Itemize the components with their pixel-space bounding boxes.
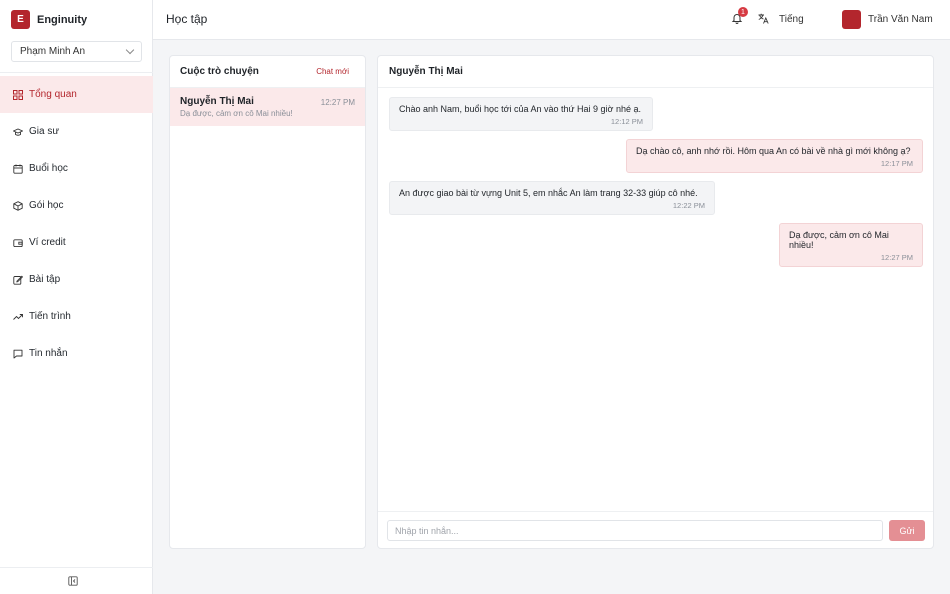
- chat-title: Nguyễn Thị Mai: [378, 56, 933, 88]
- sidebar-item-label: Ví credit: [29, 237, 66, 248]
- message-input[interactable]: [387, 520, 883, 541]
- sidebar-item-overview[interactable]: Tổng quan: [0, 76, 153, 113]
- sidebar-item-sessions[interactable]: Buổi học: [0, 150, 153, 187]
- message-incoming: Chào anh Nam, buổi học tới của An vào th…: [389, 97, 653, 131]
- sidebar-footer-divider: [0, 567, 153, 568]
- message-outgoing: Dạ chào cô, anh nhớ rồi. Hôm qua An có b…: [626, 139, 923, 173]
- edit-icon: [13, 275, 23, 285]
- calendar-icon: [13, 164, 23, 174]
- conversation-time: 12:27 PM: [320, 98, 355, 107]
- student-select[interactable]: Phạm Minh An: [11, 41, 142, 62]
- message-time: 12:27 PM: [880, 253, 913, 262]
- message-composer: Gửi: [378, 511, 933, 548]
- message-text: Chào anh Nam, buổi học tới của An vào th…: [399, 104, 641, 114]
- sidebar-item-label: Tiến trình: [29, 311, 71, 322]
- sidebar: E Enginuity Phạm Minh An Tổng quan Gia s…: [0, 0, 153, 594]
- sidebar-collapse-icon[interactable]: [68, 576, 78, 586]
- sidebar-item-homework[interactable]: Bài tập: [0, 261, 153, 298]
- message-time: 12:17 PM: [880, 159, 913, 168]
- chat-panel: Nguyễn Thị Mai Chào anh Nam, buổi học tớ…: [377, 55, 934, 549]
- grid-icon: [13, 89, 23, 100]
- conversations-title: Cuộc trò chuyện: [180, 66, 259, 77]
- header-user-name[interactable]: Trần Văn Nam: [868, 14, 933, 25]
- sidebar-item-label: Tổng quan: [29, 89, 77, 100]
- message-text: An được giao bài từ vựng Unit 5, em nhắc…: [399, 188, 698, 198]
- sidebar-item-tutors[interactable]: Gia sư: [0, 113, 153, 150]
- new-chat-button[interactable]: Chat mới: [316, 67, 355, 76]
- page-title: Học tập: [166, 12, 208, 26]
- message-time: 12:22 PM: [672, 201, 705, 210]
- sidebar-item-label: Bài tập: [29, 274, 61, 285]
- sidebar-item-progress[interactable]: Tiến trình: [0, 298, 153, 335]
- brand[interactable]: E Enginuity: [11, 10, 87, 29]
- student-select-value: Phạm Minh An: [20, 46, 86, 57]
- trending-up-icon: [13, 312, 23, 322]
- sidebar-item-packages[interactable]: Gói học: [0, 187, 153, 224]
- message-text: Dạ được, cảm ơn cô Mai nhiều!: [789, 230, 889, 250]
- message-icon: [13, 349, 23, 359]
- brand-logo: E: [11, 10, 30, 29]
- sidebar-item-label: Gia sư: [29, 126, 60, 137]
- sidebar-nav: Tổng quan Gia sư Buổi học Gói học Ví cre…: [0, 76, 153, 372]
- message-outgoing: Dạ được, cảm ơn cô Mai nhiều! 12:27 PM: [779, 223, 923, 267]
- notification-badge: 1: [738, 7, 748, 17]
- sidebar-divider: [0, 72, 153, 73]
- avatar[interactable]: [842, 10, 861, 29]
- conversation-preview: Dạ được, cảm ơn cô Mai nhiều!: [180, 109, 293, 118]
- message-time: 12:12 PM: [610, 117, 643, 126]
- message-text: Dạ chào cô, anh nhớ rồi. Hôm qua An có b…: [636, 146, 911, 156]
- sidebar-item-label: Buổi học: [29, 163, 68, 174]
- chevron-down-icon: [125, 45, 135, 55]
- conversations-panel: Cuộc trò chuyện Chat mới Nguyễn Thị Mai …: [169, 55, 366, 549]
- language-label[interactable]: Tiếng: [779, 14, 804, 25]
- message-incoming: An được giao bài từ vựng Unit 5, em nhắc…: [389, 181, 715, 215]
- sidebar-item-label: Tin nhắn: [29, 348, 68, 359]
- send-button[interactable]: Gửi: [889, 520, 925, 541]
- graduation-cap-icon: [13, 127, 23, 137]
- package-icon: [13, 200, 23, 211]
- wallet-icon: [13, 238, 23, 248]
- sidebar-item-wallet[interactable]: Ví credit: [0, 224, 153, 261]
- sidebar-item-messages[interactable]: Tin nhắn: [0, 335, 153, 372]
- brand-name: Enginuity: [37, 13, 88, 26]
- conversation-item[interactable]: Nguyễn Thị Mai 12:27 PM Dạ được, cảm ơn …: [170, 88, 365, 126]
- sidebar-item-label: Gói học: [29, 200, 64, 211]
- translate-icon[interactable]: [758, 13, 769, 24]
- top-header: Học tập 1 Tiếng Trần Văn Nam: [153, 0, 950, 40]
- conversations-header: Cuộc trò chuyện Chat mới: [170, 56, 365, 88]
